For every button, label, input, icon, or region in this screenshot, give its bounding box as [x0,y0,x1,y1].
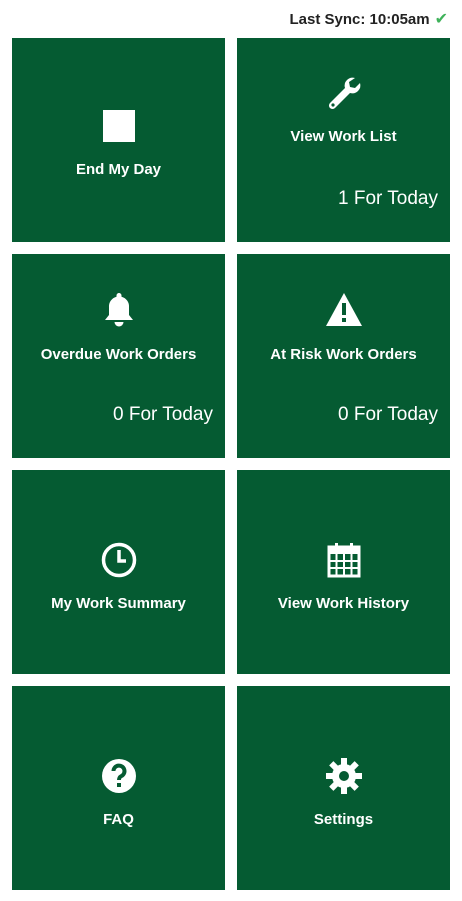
overdue-work-orders-tile[interactable]: Overdue Work Orders 0 For Today [12,254,225,458]
last-sync-label: Last Sync: [289,10,366,28]
warning-icon [324,290,364,330]
end-my-day-tile[interactable]: End My Day [12,38,225,242]
end-my-day-label: End My Day [75,161,162,178]
wrench-icon [324,74,364,114]
last-sync-time: 10:05am [369,10,430,28]
faq-label: FAQ [103,811,134,828]
overdue-work-orders-label: Overdue Work Orders [40,346,197,363]
view-work-list-label: View Work List [290,128,397,145]
view-work-history-label: View Work History [277,595,410,612]
view-work-history-tile[interactable]: View Work History [237,470,450,674]
bell-icon [99,290,139,330]
calendar-icon [324,540,364,580]
my-work-summary-tile[interactable]: My Work Summary [12,470,225,674]
stop-square-icon [99,106,139,146]
gear-icon [324,756,364,796]
settings-tile[interactable]: Settings [237,686,450,890]
last-sync-status: Last Sync: 10:05am ✔ [0,0,462,38]
at-risk-work-orders-label: At Risk Work Orders [270,346,417,363]
overdue-work-orders-count: 0 For Today [113,404,213,425]
check-icon: ✔ [434,11,448,28]
at-risk-work-orders-tile[interactable]: At Risk Work Orders 0 For Today [237,254,450,458]
menu-grid: End My Day View Work List 1 For Today Ov… [12,38,450,890]
faq-tile[interactable]: FAQ [12,686,225,890]
my-work-summary-label: My Work Summary [51,595,186,612]
clock-icon [99,540,139,580]
view-work-list-count: 1 For Today [338,188,438,209]
settings-label: Settings [313,811,374,828]
view-work-list-tile[interactable]: View Work List 1 For Today [237,38,450,242]
at-risk-work-orders-count: 0 For Today [338,404,438,425]
question-icon [99,756,139,796]
